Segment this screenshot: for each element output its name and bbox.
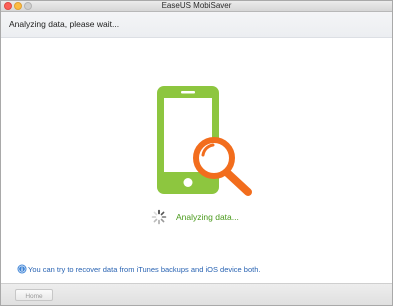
tip-text: You can try to recover data from iTunes … [28, 265, 261, 274]
phone-with-magnifier-icon [157, 86, 252, 196]
info-icon [17, 264, 27, 274]
home-button[interactable]: Home [15, 289, 53, 301]
app-window: EaseUS MobiSaver Analyzing data, please … [0, 0, 393, 306]
tip-message: You can try to recover data from iTunes … [17, 264, 387, 276]
progress-indicator: Analyzing data... [151, 209, 291, 225]
progress-label: Analyzing data... [176, 212, 239, 222]
status-header: Analyzing data, please wait... [1, 12, 392, 38]
status-heading: Analyzing data, please wait... [9, 19, 120, 29]
title-bar[interactable]: EaseUS MobiSaver [1, 1, 392, 12]
footer-bar: Home [1, 283, 392, 305]
window-title: EaseUS MobiSaver [161, 1, 232, 10]
loading-spinner-icon [151, 209, 167, 225]
